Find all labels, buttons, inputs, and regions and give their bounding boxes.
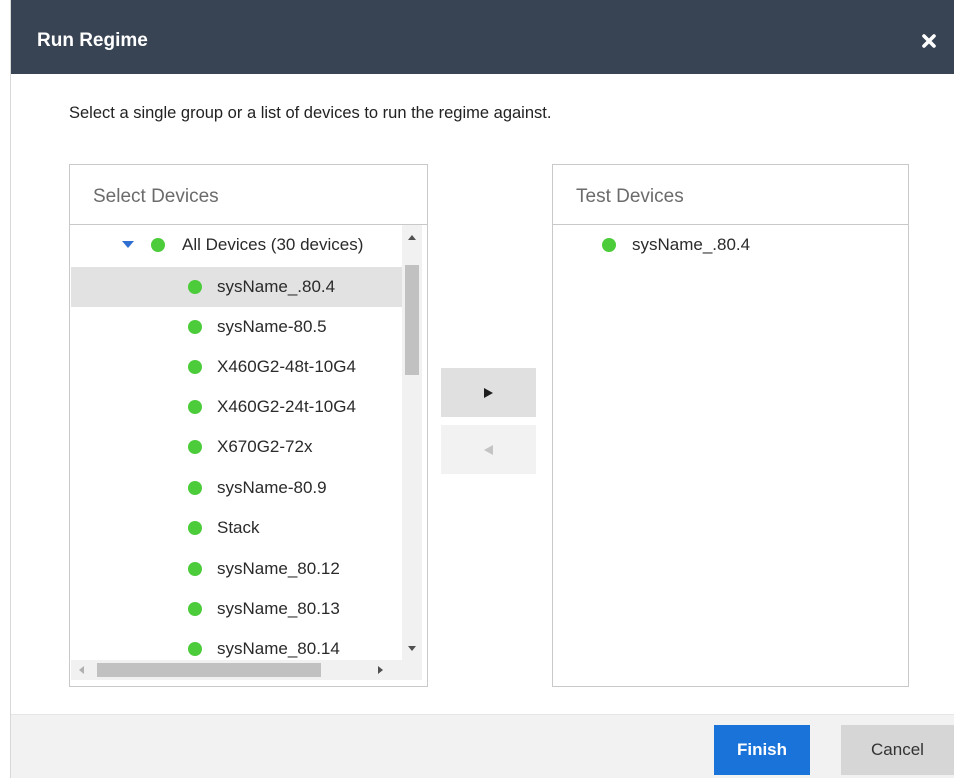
tree-item[interactable]: X460G2-48t-10G4 — [71, 347, 402, 387]
tree-item-label: sysName_80.12 — [217, 559, 340, 578]
tree-item[interactable]: X670G2-72x — [71, 427, 402, 467]
tree-item[interactable]: X460G2-24t-10G4 — [71, 387, 402, 427]
tree-item[interactable]: sysName-80.9 — [71, 468, 402, 508]
device-tree[interactable]: All Devices (30 devices) sysName_.80.4 s… — [71, 225, 402, 660]
status-dot-icon — [188, 521, 202, 535]
tree-item-label: sysName-80.9 — [217, 478, 327, 497]
background-window-edge — [0, 0, 11, 778]
tree-item-label: X460G2-24t-10G4 — [217, 397, 356, 416]
vertical-scrollbar[interactable] — [402, 225, 422, 660]
tree-root-label: All Devices (30 devices) — [182, 235, 364, 254]
test-devices-title: Test Devices — [576, 186, 684, 207]
run-regime-dialog: Run Regime Select a single group or a li… — [0, 0, 954, 778]
select-devices-header: Select Devices — [70, 165, 427, 225]
instructions-text: Select a single group or a list of devic… — [69, 104, 552, 122]
list-item-label: sysName_.80.4 — [632, 235, 751, 254]
status-dot-icon — [188, 360, 202, 374]
dialog-footer — [11, 714, 954, 778]
tree-item-label: sysName_80.13 — [217, 599, 340, 618]
tree-item[interactable]: sysName_80.12 — [71, 549, 402, 589]
select-devices-panel: Select Devices All Devices (30 devices) … — [69, 164, 428, 687]
dialog-title: Run Regime — [37, 30, 148, 51]
status-dot-icon — [188, 320, 202, 334]
arrow-right-icon — [484, 387, 493, 398]
scroll-up-icon[interactable] — [408, 235, 416, 240]
horizontal-scrollbar[interactable] — [71, 660, 422, 680]
tree-item-label: sysName_80.14 — [217, 639, 340, 658]
tree-item-label: sysName_.80.4 — [217, 277, 336, 296]
tree-item[interactable]: sysName_.80.4 — [71, 267, 402, 307]
horizontal-scroll-thumb[interactable] — [97, 663, 321, 677]
dialog-titlebar: Run Regime — [11, 0, 954, 74]
list-item[interactable]: sysName_.80.4 — [554, 225, 907, 265]
test-devices-header: Test Devices — [553, 165, 908, 225]
caret-down-icon[interactable] — [122, 241, 134, 248]
scroll-left-icon[interactable] — [79, 666, 84, 674]
tree-item[interactable]: Stack — [71, 508, 402, 548]
arrow-left-icon — [484, 444, 493, 455]
scroll-down-icon[interactable] — [408, 646, 416, 651]
scroll-right-icon[interactable] — [378, 666, 383, 674]
close-icon — [922, 34, 936, 48]
tree-item[interactable]: sysName_80.13 — [71, 589, 402, 629]
tree-root-all-devices[interactable]: All Devices (30 devices) — [71, 225, 402, 265]
status-dot-icon — [602, 238, 616, 252]
tree-item[interactable]: sysName_80.14 — [71, 629, 402, 660]
status-dot-icon — [188, 440, 202, 454]
status-dot-icon — [188, 562, 202, 576]
add-to-test-button[interactable] — [441, 368, 536, 417]
tree-item-label: X670G2-72x — [217, 437, 313, 456]
tree-item-label: X460G2-48t-10G4 — [217, 357, 356, 376]
select-devices-title: Select Devices — [93, 186, 219, 207]
status-dot-icon — [188, 400, 202, 414]
remove-from-test-button[interactable] — [441, 425, 536, 474]
status-dot-icon — [151, 238, 165, 252]
tree-item-label: sysName-80.5 — [217, 317, 327, 336]
status-dot-icon — [188, 602, 202, 616]
status-dot-icon — [188, 642, 202, 656]
test-device-list[interactable]: sysName_.80.4 — [554, 225, 907, 683]
status-dot-icon — [188, 481, 202, 495]
close-button[interactable] — [916, 28, 942, 54]
finish-button[interactable]: Finish — [714, 725, 810, 775]
tree-item[interactable]: sysName-80.5 — [71, 307, 402, 347]
vertical-scroll-thumb[interactable] — [405, 265, 419, 375]
cancel-button[interactable]: Cancel — [841, 725, 954, 775]
tree-item-label: Stack — [217, 518, 260, 537]
status-dot-icon — [188, 280, 202, 294]
test-devices-panel: Test Devices sysName_.80.4 — [552, 164, 909, 687]
